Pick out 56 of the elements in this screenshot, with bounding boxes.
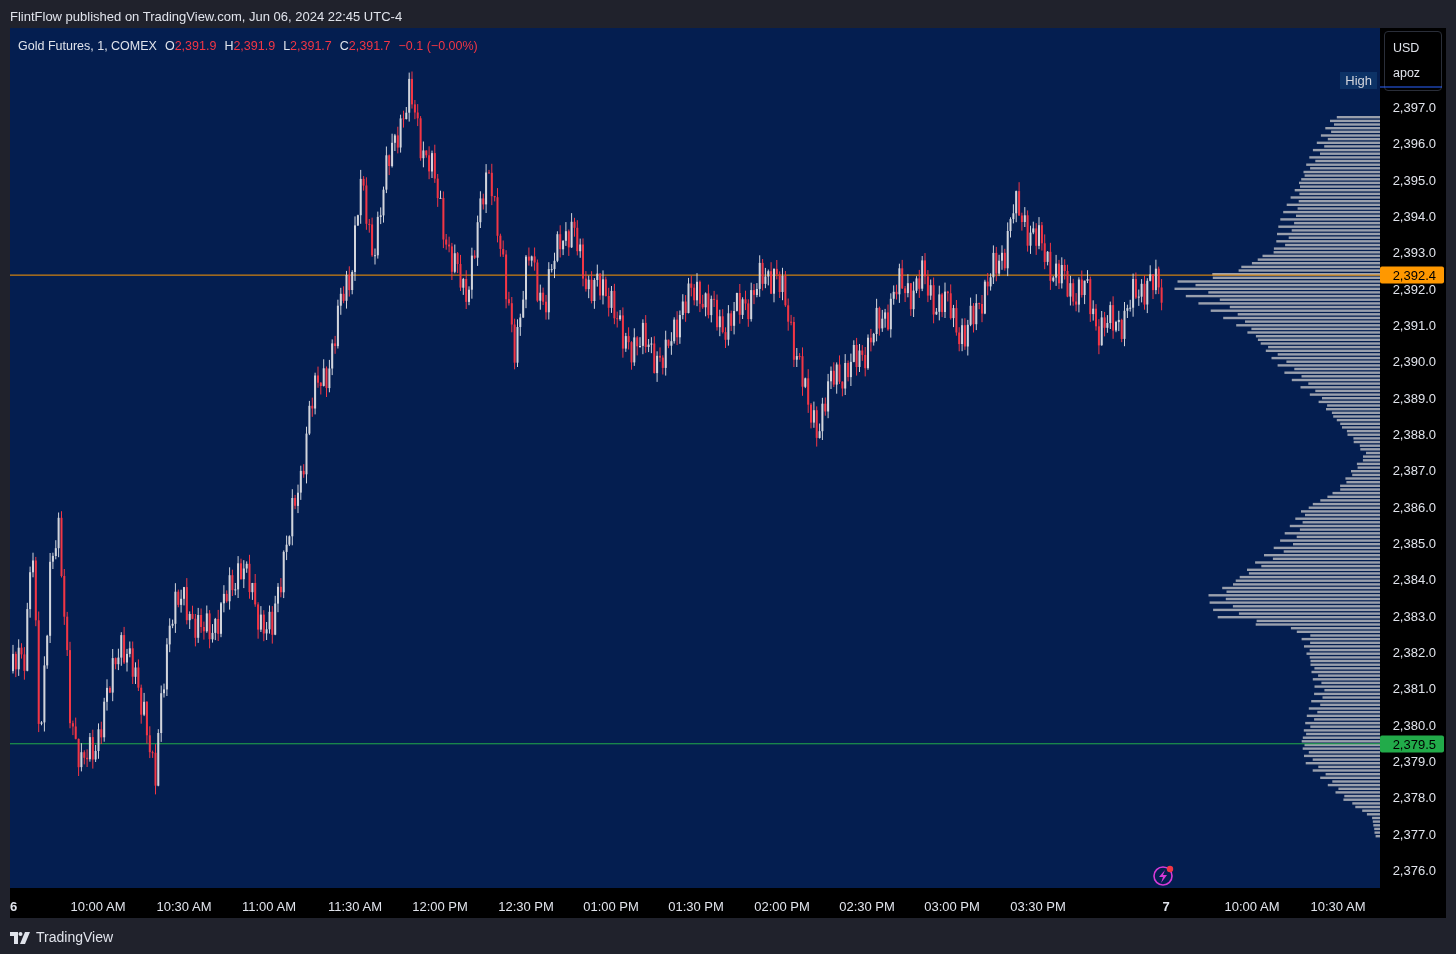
price-label: 2,377.0	[1392, 826, 1436, 843]
price-label: 2,391.0	[1392, 317, 1436, 334]
ohlc-label: L	[283, 39, 291, 53]
price-marker: 2,392.4	[1380, 266, 1444, 284]
time-label: 10:00 AM	[1224, 898, 1280, 916]
ohlc-value: 2,391.9	[233, 39, 276, 53]
time-label: 01:00 PM	[583, 898, 639, 916]
price-label: 2,392.0	[1392, 281, 1436, 298]
time-label: 11:30 AM	[328, 898, 382, 916]
ohlc-value: 2,391.9	[174, 39, 217, 53]
change-value: −0.1 (−0.00%)	[398, 39, 478, 53]
time-label: 10:30 AM	[1310, 898, 1366, 916]
time-label: 01:30 PM	[668, 898, 724, 916]
time-label: 12:30 PM	[498, 898, 554, 916]
ohlc-value: 2,391.7	[290, 39, 332, 53]
currency-unit-button[interactable]: USD apoz	[1384, 31, 1442, 91]
price-label: 2,379.0	[1392, 753, 1436, 770]
time-label: 02:00 PM	[754, 898, 810, 916]
price-label: 2,388.0	[1392, 426, 1436, 443]
price-label: 2,378.0	[1392, 790, 1436, 807]
ohlc-label: O	[164, 39, 175, 53]
lightning-icon[interactable]	[1153, 865, 1174, 886]
price-label: 2,380.0	[1392, 717, 1436, 734]
price-label: 2,376.0	[1392, 862, 1436, 879]
time-label: 6	[10, 898, 18, 916]
price-label: 2,385.0	[1392, 535, 1436, 552]
price-label: 2,383.0	[1392, 608, 1436, 625]
price-label: 2,389.0	[1392, 390, 1436, 407]
time-label: 03:00 PM	[924, 898, 980, 916]
price-label: 2,382.0	[1392, 644, 1436, 661]
time-label: 12:00 PM	[412, 898, 468, 916]
price-label: 2,387.0	[1392, 463, 1436, 480]
price-label: 2,395.0	[1392, 172, 1436, 189]
profile-high-label: High	[1340, 72, 1377, 89]
time-label: 02:30 PM	[839, 898, 895, 916]
time-label: 7	[1162, 898, 1170, 916]
price-label: 2,396.0	[1392, 136, 1436, 153]
price-label: 2,386.0	[1392, 499, 1436, 516]
time-label: 11:00 AM	[242, 898, 296, 916]
price-label: 2,384.0	[1392, 572, 1436, 589]
time-label: 10:30 AM	[156, 898, 212, 916]
attribution-text: FlintFlow published on TradingView.com, Jun 06, 2024 22:45 UTC-4	[9, 8, 404, 26]
symbol-title: Gold Futures, 1, COMEX	[18, 39, 157, 53]
price-label: 2,381.0	[1392, 681, 1436, 698]
ohlc-label: H	[224, 39, 234, 53]
ohlc-value: 2,391.7	[348, 39, 391, 53]
price-label: 2,390.0	[1392, 354, 1436, 371]
price-marker: 2,379.5	[1380, 735, 1444, 753]
price-label: 2,394.0	[1392, 209, 1436, 225]
price-label: 2,393.0	[1392, 245, 1436, 262]
time-label: 03:30 PM	[1010, 898, 1066, 916]
ohlc-label: C	[339, 39, 349, 53]
time-label: 10:00 AM	[70, 898, 126, 916]
brand-name: TradingView	[36, 928, 114, 947]
price-label: 2,397.0	[1392, 100, 1436, 116]
logo-icon	[10, 931, 30, 944]
